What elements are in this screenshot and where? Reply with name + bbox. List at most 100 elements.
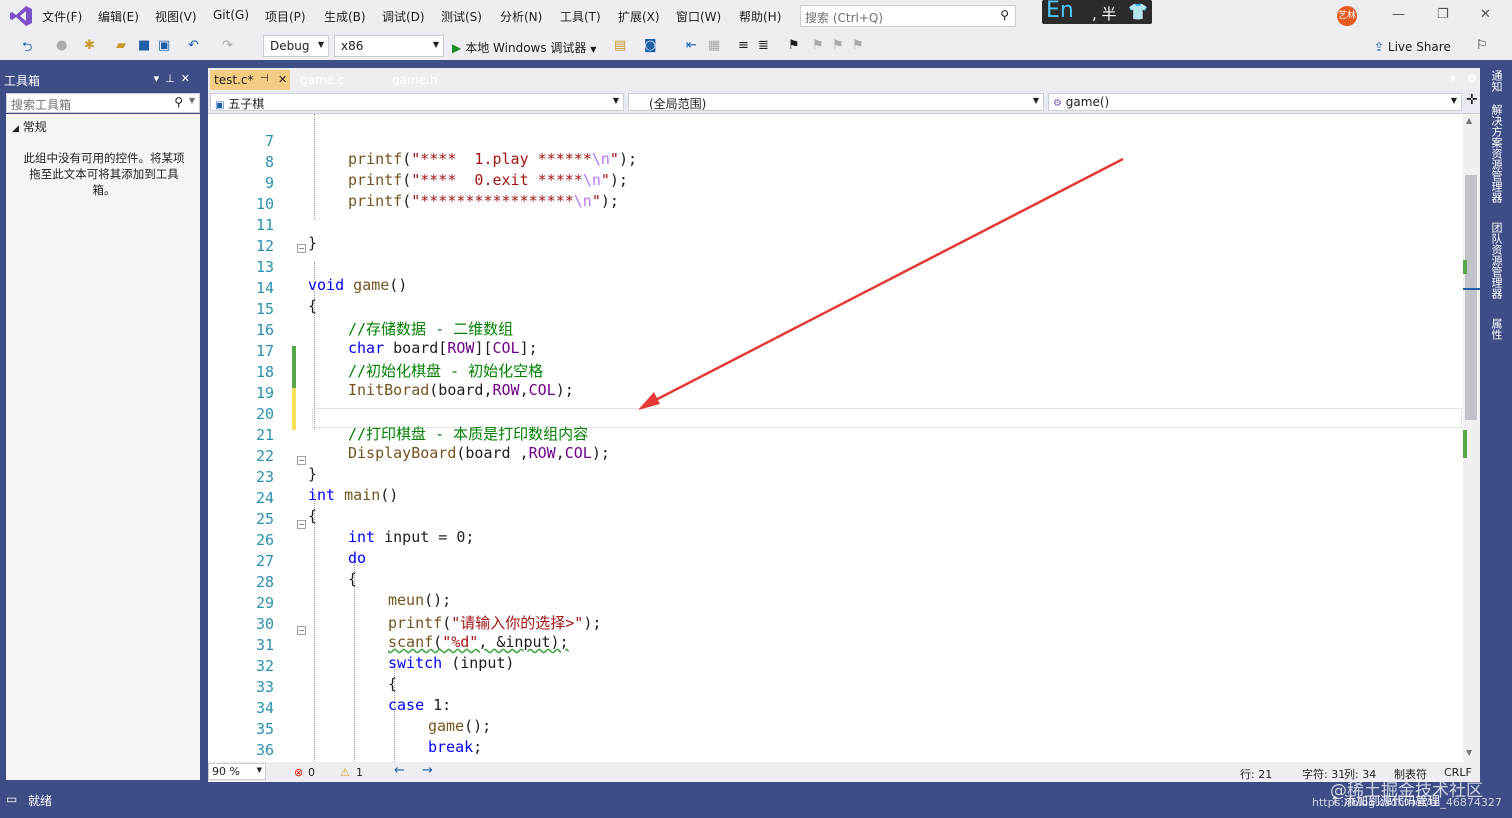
toolbox-header: 工具箱 ▾⊥✕: [4, 72, 202, 90]
scrollbar-thumb[interactable]: [1465, 175, 1477, 420]
visual-studio-logo-icon[interactable]: [10, 6, 32, 26]
ime-skin-icon: 👕: [1128, 2, 1148, 21]
play-icon: ▶: [452, 41, 462, 55]
toolbox-search-placeholder: 搜索工具箱: [11, 98, 72, 112]
prev-bookmark-icon[interactable]: ⚑: [812, 38, 824, 53]
chevron-down-icon: ▼: [590, 45, 597, 54]
member-value: game(): [1065, 95, 1110, 109]
start-debugging-button[interactable]: ▶ 本地 Windows 调试器 ▼: [452, 39, 596, 56]
scroll-caret-marker: [1463, 288, 1480, 290]
error-count[interactable]: 0: [308, 766, 315, 779]
toolbox-group-general[interactable]: ◢ 常规: [12, 118, 47, 135]
menu-bar: 文件(F) 编辑(E) 视图(V) Git(G) 项目(P) 生成(B) 调试(…: [0, 0, 1512, 32]
chevron-down-icon: ▼: [432, 40, 439, 49]
new-project-icon[interactable]: ✱: [84, 38, 95, 53]
menu-edit[interactable]: 编辑(E): [98, 8, 139, 25]
menu-help[interactable]: 帮助(H): [739, 8, 781, 25]
ime-indicator[interactable]: En , 半 👕: [1042, 0, 1152, 24]
live-share-label: Live Share: [1387, 40, 1451, 54]
toolbox-search-input[interactable]: 搜索工具箱 ⚲ ▼: [6, 93, 200, 113]
tab-label: test.c*: [214, 73, 254, 87]
comment-icon[interactable]: ≡: [738, 38, 749, 53]
live-share-button[interactable]: ⇪ Live Share: [1374, 40, 1451, 54]
search-input[interactable]: 搜索 (Ctrl+Q) ⚲: [800, 5, 1016, 27]
menu-git[interactable]: Git(G): [213, 8, 249, 22]
chevron-down-icon: ▼: [188, 96, 195, 105]
tab-test-c[interactable]: test.c* ⊣ ✕: [210, 70, 290, 90]
watermark-url: https://blog.csdn.net/m_46874327: [1312, 796, 1502, 809]
scroll-up-icon[interactable]: ▲: [1466, 116, 1472, 125]
ime-english-label: En: [1046, 0, 1074, 23]
chevron-down-icon: ▼: [1450, 96, 1457, 105]
warning-count[interactable]: 1: [356, 766, 363, 779]
next-bookmark-icon[interactable]: ⚑: [832, 38, 844, 53]
toolbox-body: [6, 114, 200, 780]
nav-back-icon[interactable]: ←: [394, 763, 405, 778]
minimize-icon[interactable]: —: [1392, 7, 1405, 22]
tab-solution-explorer[interactable]: 解决方案资源管理器: [1488, 104, 1504, 203]
menu-file[interactable]: 文件(F): [42, 8, 82, 25]
clear-bookmarks-icon[interactable]: ⚑: [852, 38, 864, 53]
toolbar-separator-band: [0, 60, 1512, 68]
tab-game-h[interactable]: game.h: [388, 70, 476, 90]
zoom-dropdown[interactable]: 90 % ▼: [208, 763, 266, 780]
menu-view[interactable]: 视图(V): [155, 8, 197, 25]
tab-team-explorer[interactable]: 团队资源管理器: [1488, 222, 1504, 299]
panel-controls[interactable]: ▾⊥✕: [154, 72, 196, 85]
error-icon[interactable]: ⊗: [294, 766, 303, 779]
warning-icon[interactable]: ⚠: [340, 766, 350, 779]
user-avatar[interactable]: 艺林: [1337, 6, 1357, 26]
find-in-files-icon[interactable]: ▤: [614, 38, 626, 53]
menu-window[interactable]: 窗口(W): [676, 8, 721, 25]
tab-game-c[interactable]: game.c: [296, 70, 384, 90]
redo-icon[interactable]: ↷: [222, 38, 233, 53]
menu-build[interactable]: 生成(B): [324, 8, 366, 25]
menu-extensions[interactable]: 扩展(X): [618, 8, 660, 25]
forward-icon[interactable]: ●: [56, 38, 67, 53]
menu-analyze[interactable]: 分析(N): [500, 8, 542, 25]
annotation-arrow: [638, 157, 1124, 410]
step-icon[interactable]: ⇤: [686, 38, 697, 53]
tab-properties[interactable]: 属性: [1488, 318, 1504, 340]
tab-notifications[interactable]: 通知: [1488, 70, 1504, 92]
pin-icon[interactable]: ⊣: [260, 73, 269, 84]
toolbox-empty-message: 此组中没有可用的控件。将某项拖至此文本可将其添加到工具箱。: [23, 151, 185, 197]
tab-label: game.c: [300, 73, 345, 87]
uncomment-icon[interactable]: ≣: [758, 38, 769, 53]
tab-list-icon[interactable]: ▾: [1450, 72, 1456, 85]
settings-icon[interactable]: ⚙: [1467, 72, 1477, 85]
close-icon[interactable]: ✕: [1480, 7, 1491, 22]
back-icon[interactable]: ⮌: [22, 38, 32, 60]
step-over-icon[interactable]: ▦: [708, 38, 720, 53]
member-dropdown[interactable]: ⚙ game() ▼: [1048, 93, 1462, 111]
nav-forward-icon[interactable]: →: [422, 763, 433, 778]
scope-dropdown[interactable]: (全局范围) ▼: [628, 93, 1044, 111]
restore-icon[interactable]: ❐: [1437, 7, 1449, 22]
bookmark-icon[interactable]: ⚑: [788, 38, 800, 53]
scroll-down-icon[interactable]: ▼: [1466, 748, 1472, 757]
config-dropdown[interactable]: Debug ▼: [263, 35, 329, 57]
save-all-icon[interactable]: ▣: [158, 38, 170, 53]
menu-test[interactable]: 测试(S): [441, 8, 482, 25]
platform-dropdown[interactable]: x86 ▼: [334, 35, 444, 57]
menu-debug[interactable]: 调试(D): [382, 8, 425, 25]
scroll-change-marker: [1463, 430, 1467, 458]
share-icon: ⇪: [1374, 40, 1385, 54]
menu-project[interactable]: 项目(P): [265, 8, 306, 25]
arrow-shaft: [643, 157, 1124, 408]
screenshot-icon[interactable]: ◙: [644, 38, 657, 53]
open-file-icon[interactable]: ▰: [116, 38, 126, 53]
toolbox-title: 工具箱: [4, 74, 41, 88]
toolbox-group-label: 常规: [22, 120, 47, 134]
project-icon: ▣: [215, 100, 225, 111]
undo-icon[interactable]: ↶: [188, 38, 199, 53]
function-icon: ⚙: [1053, 98, 1062, 109]
split-editor-icon[interactable]: ✛: [1466, 92, 1478, 108]
navigation-bar: ▣ 五子棋 ▼ (全局范围) ▼ ⚙ game() ▼ ✛: [208, 90, 1480, 114]
menu-tools[interactable]: 工具(T): [560, 8, 601, 25]
close-tab-icon[interactable]: ✕: [278, 73, 287, 86]
feedback-icon[interactable]: ⚐: [1476, 38, 1488, 53]
project-dropdown[interactable]: ▣ 五子棋 ▼: [210, 93, 624, 111]
save-icon[interactable]: ■: [138, 38, 150, 53]
status-ready: 就绪: [28, 794, 53, 808]
